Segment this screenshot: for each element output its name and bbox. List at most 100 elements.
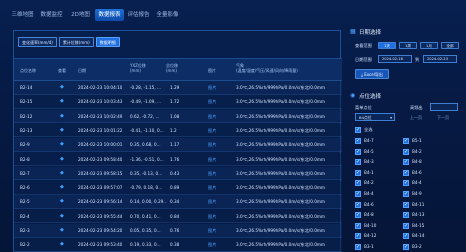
cell-weather: 3.0℃,26.5%rh/999hPa/0.0m/s/东北/0.0mm: [236, 127, 326, 133]
table-row[interactable]: B2-8 ◆ 2024-02-23 09:58:40 -1.36, -0.51, 0.…: [14, 152, 342, 167]
cell-total: 0.89: [170, 185, 180, 191]
cell-image-link[interactable]: 图片: [208, 224, 216, 238]
table-row[interactable]: B2-6 ◆ 2024-02-23 09:57:07 -0.79, 0.18, 0..…: [14, 181, 342, 195]
point-checkbox[interactable]: ✓: [403, 159, 409, 166]
cell-weather: 3.0℃,26.5%rh/999hPa/0.0m/s/东北/0.0mm: [236, 85, 326, 90]
table-row[interactable]: B2-7 ◆ 2024-02-23 09:58:15 0.35, -0.13, 0..…: [14, 166, 342, 181]
point-checkbox[interactable]: ✓: [403, 148, 409, 155]
cell-image-link[interactable]: 图片: [208, 210, 216, 224]
cumulative-button[interactable]: 累计位移(mm): [58, 37, 94, 47]
cell-image-link[interactable]: 图片: [208, 153, 216, 167]
range-1day[interactable]: 1天: [378, 42, 396, 49]
tab-3d-map[interactable]: 三维地图: [8, 9, 37, 21]
table-row[interactable]: B2-5 ◆ 2024-02-23 09:56:14 0.14, 0.00, 0.29…: [14, 195, 342, 209]
cell-image-link[interactable]: 图片: [208, 81, 216, 95]
table-row[interactable]: B2-14 ◆ 2024-02-23 10:04:10 -0.28, -1.15, .…: [14, 81, 342, 95]
tab-imagery[interactable]: 全量影像: [153, 9, 182, 21]
point-checkbox[interactable]: ✓: [355, 233, 361, 240]
range-all[interactable]: 全部: [441, 42, 459, 49]
excel-export-button[interactable]: ⤓ Excel导出: [355, 69, 389, 79]
range-1month[interactable]: 1月: [420, 42, 438, 49]
point-checkbox[interactable]: ✓: [355, 159, 361, 166]
prev-page-button[interactable]: 上一页: [410, 115, 422, 121]
cell-point-name: B2-14: [20, 85, 33, 90]
start-date-input[interactable]: 2024-02-16: [378, 55, 412, 63]
tab-2d-map[interactable]: 2D地图: [66, 9, 95, 21]
view-icon[interactable]: ◆: [60, 81, 64, 95]
view-icon[interactable]: ◆: [60, 181, 64, 195]
tab-monitor[interactable]: 数据监控: [37, 9, 66, 21]
cell-yxz: 0.35, -0.13, 0...: [130, 170, 163, 176]
cell-image-link[interactable]: 图片: [208, 195, 216, 209]
point-label: B3-2: [412, 244, 422, 249]
cell-image-link[interactable]: 图片: [208, 95, 216, 109]
point-checkbox[interactable]: ✓: [355, 244, 361, 250]
point-checkbox[interactable]: ✓: [403, 180, 409, 187]
view-icon[interactable]: ◆: [60, 238, 64, 252]
view-icon[interactable]: ◆: [60, 153, 64, 167]
filter-input[interactable]: [430, 103, 458, 111]
cell-total: 1.72: [170, 99, 180, 105]
point-checkbox[interactable]: ✓: [355, 201, 361, 208]
point-checkbox[interactable]: ✓: [403, 222, 409, 229]
cell-date: 2024-02-23 10:04:10: [78, 85, 123, 90]
point-checkbox[interactable]: ✓: [355, 138, 361, 144]
view-icon[interactable]: ◆: [60, 138, 64, 152]
detail-button[interactable]: 数据明细: [95, 37, 120, 47]
table-row[interactable]: B2-15 ◆ 2024-02-23 10:03:43 -0.49, -1.09, .…: [14, 95, 342, 109]
select-all-checkbox[interactable]: ✓: [355, 127, 361, 133]
tab-evaluation[interactable]: 评估报告: [124, 9, 153, 21]
point-checkbox[interactable]: ✓: [403, 233, 409, 240]
cell-image-link[interactable]: 图片: [208, 238, 216, 252]
cell-image-link[interactable]: 图片: [208, 138, 216, 152]
cell-total: 1.76: [170, 156, 180, 162]
point-checkbox[interactable]: ✓: [403, 138, 409, 144]
point-label: B4-8: [412, 159, 422, 165]
cell-date: 2024-02-23 09:57:07: [78, 185, 123, 191]
point-checkbox[interactable]: ✓: [355, 180, 361, 187]
point-checkbox[interactable]: ✓: [355, 222, 361, 229]
cell-point-name: B2-3: [20, 228, 30, 233]
view-icon[interactable]: ◆: [60, 95, 64, 109]
table-row[interactable]: B2-13 ◆ 2024-02-23 10:01:22 -0.41, -1.10, 0…: [14, 123, 342, 138]
cell-point-name: B2-2: [20, 242, 30, 248]
point-checkbox[interactable]: ✓: [355, 148, 361, 155]
view-icon[interactable]: ◆: [60, 195, 64, 209]
view-icon[interactable]: ◆: [60, 167, 64, 181]
tab-report[interactable]: 数据报表: [95, 9, 124, 21]
table-row[interactable]: B2-4 ◆ 2024-02-23 09:55:44 0.70, 0.41, 0...…: [14, 209, 342, 224]
group-select[interactable]: B4点位 ▾: [355, 113, 395, 121]
point-checkbox[interactable]: ✓: [355, 191, 361, 197]
table-row[interactable]: B2-2 ◆ 2024-02-23 09:53:40 0.19, 0.33, 0...…: [14, 238, 342, 252]
point-checkbox[interactable]: ✓: [403, 169, 409, 176]
cell-image-link[interactable]: 图片: [208, 181, 216, 195]
filter-label: 高频出: [410, 105, 423, 110]
next-page-button[interactable]: 下一页: [437, 115, 449, 121]
rate-button[interactable]: 变化速率(mm/d): [18, 37, 57, 47]
cell-point-name: B2-12: [20, 113, 33, 119]
location-icon: ◉: [350, 92, 356, 99]
cell-point-name: B2-13: [20, 127, 33, 133]
table-row[interactable]: B2-3 ◆ 2024-02-23 09:54:20 0.05, 0.35, 0...…: [14, 224, 342, 238]
view-icon[interactable]: ◆: [60, 210, 64, 224]
cell-image-link[interactable]: 图片: [208, 167, 216, 181]
range-1week[interactable]: 1周: [399, 42, 417, 49]
point-checkbox[interactable]: ✓: [355, 212, 361, 219]
point-label: B4-2: [412, 148, 422, 154]
end-date-input[interactable]: 2024-02-23: [423, 55, 457, 63]
point-checkbox[interactable]: ✓: [403, 212, 409, 219]
point-checkbox[interactable]: ✓: [403, 191, 409, 197]
cell-weather: 3.0℃,26.5%rh/999hPa/0.0m/s/东北/0.0mm: [236, 156, 326, 162]
point-checkbox[interactable]: ✓: [355, 169, 361, 176]
point-checkbox[interactable]: ✓: [403, 244, 409, 250]
table-row[interactable]: B2-9 ◆ 2024-02-23 10:00:01 0.35, 0.68, 0...…: [14, 138, 342, 152]
cell-point-name: B2-9: [20, 142, 30, 148]
view-icon[interactable]: ◆: [60, 110, 64, 124]
view-icon[interactable]: ◆: [60, 124, 64, 138]
table-row[interactable]: B2-12 ◆ 2024-02-23 10:02:49 0.62, -0.72, ..…: [14, 109, 342, 124]
cell-image-link[interactable]: 图片: [208, 110, 216, 124]
cell-image-link[interactable]: 图片: [208, 124, 216, 138]
view-icon[interactable]: ◆: [60, 224, 64, 238]
cell-total: 0.38: [170, 242, 180, 248]
point-checkbox[interactable]: ✓: [403, 201, 409, 208]
